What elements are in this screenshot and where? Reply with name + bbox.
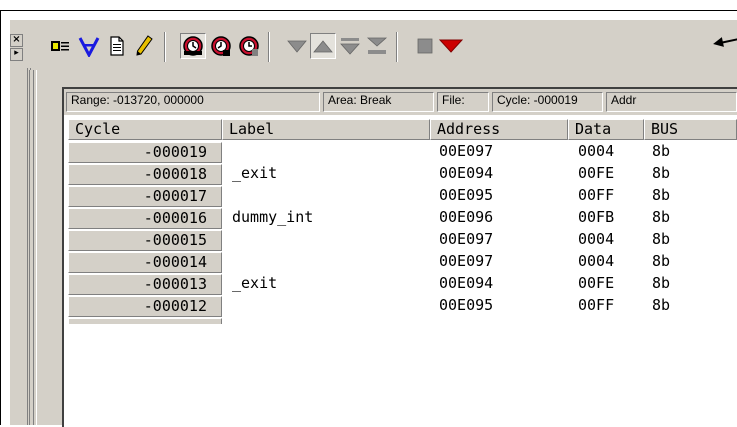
column-header-label[interactable]: Label — [222, 119, 430, 140]
filter-icon — [78, 37, 100, 57]
scroll-up-button[interactable] — [310, 33, 336, 59]
address-cell: 00E097 — [439, 142, 494, 160]
bus-cell: 8b — [652, 208, 671, 226]
cycle-cell: -000019 — [68, 142, 222, 163]
data-cell: 0004 — [578, 230, 615, 248]
trace-buffer-icon — [51, 41, 69, 51]
column-header-cycle[interactable]: Cycle — [68, 119, 222, 140]
bus-cell: 8b — [652, 142, 671, 160]
column-header-data[interactable]: Data — [568, 119, 644, 140]
trace-buffer-button[interactable] — [48, 33, 74, 59]
cycle-cell: -000018 — [68, 164, 222, 185]
filter-button[interactable] — [76, 33, 102, 59]
address-cell: 00E094 — [439, 274, 494, 292]
triangle-down-bar-icon — [340, 38, 360, 55]
goto-top-button[interactable] — [364, 33, 390, 59]
time-button-3[interactable] — [236, 33, 262, 59]
bus-cell: 8b — [652, 230, 671, 248]
pencil-icon — [136, 35, 153, 56]
restore-button[interactable]: ▸ — [10, 48, 23, 61]
address-field: Addr — [606, 92, 737, 112]
triangle-hourglass-icon — [366, 37, 388, 54]
close-button[interactable]: × — [10, 34, 23, 47]
cycle-cell: -000017 — [68, 186, 222, 207]
cycle-cell: -000015 — [68, 230, 222, 251]
bus-cell: 8b — [652, 296, 671, 314]
column-header-bus[interactable]: BUS — [644, 119, 737, 140]
data-cell: 00FE — [578, 274, 615, 292]
cycle-field: Cycle: -000019 — [492, 92, 603, 112]
file-field: File: — [437, 92, 489, 112]
address-cell: 00E097 — [439, 252, 494, 270]
address-cell: 00E095 — [439, 296, 494, 314]
cycle-cell: -000014 — [68, 252, 222, 273]
panel-divider — [36, 70, 37, 425]
document-button[interactable] — [104, 33, 130, 59]
time-button-2[interactable] — [208, 33, 234, 59]
cycle-cell: -000013 — [68, 274, 222, 295]
cycle-cell: -000012 — [68, 296, 222, 317]
triangle-down-icon — [287, 40, 307, 53]
address-cell: 00E095 — [439, 186, 494, 204]
label-cell: _exit — [232, 164, 278, 182]
edit-button[interactable] — [131, 33, 157, 59]
stop-button[interactable] — [412, 33, 438, 59]
range-field: Range: -013720, 000000 — [66, 92, 320, 112]
bus-cell: 8b — [652, 274, 671, 292]
data-cell: 00FB — [578, 208, 615, 226]
bus-cell: 8b — [652, 164, 671, 182]
stop-square-icon — [417, 38, 433, 54]
document-icon — [110, 36, 124, 56]
callout-arrow-head-icon — [712, 37, 724, 49]
frame-left-border — [0, 10, 1, 425]
red-triangle-down-icon — [439, 39, 463, 53]
address-cell: 00E097 — [439, 230, 494, 248]
area-field: Area: Break — [323, 92, 434, 112]
time-button-1[interactable] — [180, 33, 206, 59]
toolbar-grip-line — [27, 64, 28, 425]
toolbar-separator — [396, 32, 398, 62]
bus-cell: 8b — [652, 186, 671, 204]
data-cell: 0004 — [578, 252, 615, 270]
data-cell: 00FE — [578, 164, 615, 182]
column-header-address[interactable]: Address — [430, 119, 568, 140]
clock-icon — [183, 36, 203, 56]
toolbar-separator — [164, 32, 166, 62]
bus-cell: 8b — [652, 252, 671, 270]
address-cell: 00E096 — [439, 208, 494, 226]
cycle-cell: -000016 — [68, 208, 222, 229]
break-button[interactable] — [438, 33, 464, 59]
data-cell: 0004 — [578, 142, 615, 160]
clock-icon — [211, 36, 231, 56]
data-cell: 00FF — [578, 296, 615, 314]
triangle-up-icon — [313, 40, 333, 53]
frame-top-border — [0, 10, 737, 11]
toolbar-separator — [268, 32, 270, 62]
scroll-down-button[interactable] — [284, 33, 310, 59]
clock-icon — [239, 36, 259, 56]
partial-cycle-cell — [68, 318, 222, 324]
goto-bottom-button[interactable] — [337, 33, 363, 59]
panel-divider — [33, 70, 34, 425]
data-cell: 00FF — [578, 186, 615, 204]
label-cell: dummy_int — [232, 208, 314, 226]
address-cell: 00E094 — [439, 164, 494, 182]
label-cell: _exit — [232, 274, 278, 292]
